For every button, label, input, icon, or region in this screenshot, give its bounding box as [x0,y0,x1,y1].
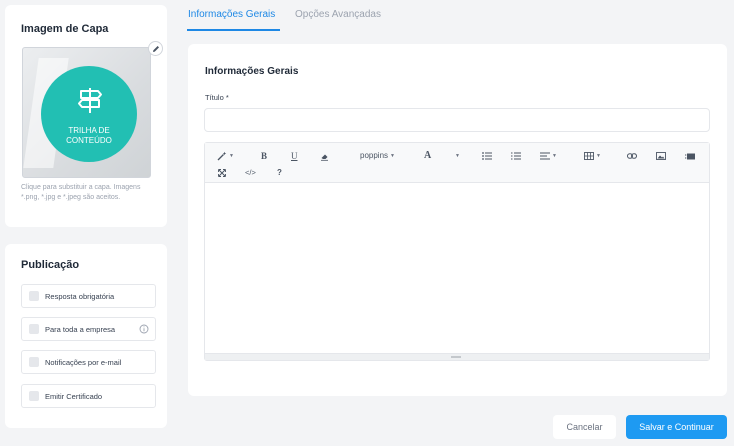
link-icon[interactable] [627,151,637,161]
edit-cover-button[interactable] [148,41,163,56]
info-icon[interactable] [139,324,149,334]
cover-image-card: Imagem de Capa TRILHA DE CONTEÚDO Clique… [5,5,167,227]
link-glyph [627,153,637,159]
eraser-icon-glyph [321,154,328,161]
editor-toolbar: ▼ B U poppins ▼ A ▼ ▼ ▼ </> ? [205,143,709,183]
font-family-label: poppins [360,151,389,160]
video-icon[interactable] [685,151,695,161]
paragraph-align-dropdown[interactable]: ▼ [540,151,557,161]
picture-glyph [656,152,666,160]
table-icon [584,152,594,160]
paragraph-align-icon [540,152,550,160]
editor-resize-handle[interactable] [205,353,709,360]
option-label: Resposta obrigatória [45,291,115,301]
publication-title: Publicação [21,259,80,271]
chevron-down-icon: ▼ [229,153,234,159]
cancel-button[interactable]: Cancelar [553,415,616,439]
chevron-down-icon: ▼ [390,153,395,159]
cover-image-label: TRILHA DE CONTEÚDO [66,126,112,145]
unordered-list-glyph [482,152,492,160]
option-label: Notificações por e-mail [45,357,122,367]
cover-image[interactable]: TRILHA DE CONTEÚDO [22,47,151,178]
signpost-icon [78,88,102,113]
checkbox[interactable] [29,357,39,367]
video-glyph [685,153,695,159]
table-dropdown[interactable]: ▼ [584,151,601,161]
save-and-continue-button[interactable]: Salvar e Continuar [626,415,727,439]
chevron-down-icon: ▼ [552,153,557,159]
ordered-list-icon[interactable] [511,151,521,161]
help-icon[interactable]: ? [277,168,282,178]
fullscreen-glyph [218,169,226,177]
checkbox[interactable] [29,291,39,301]
unordered-list-icon[interactable] [482,151,492,161]
underline-icon[interactable]: U [291,151,298,161]
font-color-icon[interactable]: A [424,151,431,161]
cover-badge: TRILHA DE CONTEÚDO [41,66,137,162]
rich-text-editor: ▼ B U poppins ▼ A ▼ ▼ ▼ </> ? [204,142,710,361]
style-dropdown[interactable]: ▼ [217,151,234,161]
option-required-answer[interactable]: Resposta obrigatória [21,284,156,308]
option-issue-certificate[interactable]: Emitir Certificado [21,384,156,408]
code-view-icon[interactable]: </> [245,168,256,178]
editor-content-area[interactable] [205,183,709,353]
checkbox[interactable] [29,324,39,334]
fullscreen-icon[interactable] [218,168,226,178]
checkbox[interactable] [29,391,39,401]
title-input[interactable] [204,108,710,132]
general-info-card: Informações Gerais Título * ▼ B U poppin… [188,44,727,396]
tab-advanced-options[interactable]: Opções Avançadas [295,9,381,20]
eraser-icon[interactable] [320,151,329,161]
grip-icon [451,356,461,358]
title-label: Título * [205,93,229,102]
cover-hint: Clique para substituir a capa. Imagens *… [21,184,141,201]
ordered-list-glyph [511,152,521,160]
pencil-icon [152,45,159,52]
option-label: Emitir Certificado [45,391,103,401]
font-family-select[interactable]: poppins ▼ [360,151,395,161]
bold-icon[interactable]: B [261,151,267,161]
option-label: Para toda a empresa [45,324,116,334]
option-whole-company[interactable]: Para toda a empresa [21,317,156,341]
cover-image-title: Imagem de Capa [21,23,109,35]
picture-icon[interactable] [656,151,666,161]
color-caret-icon[interactable]: ▼ [453,151,460,161]
active-tab-indicator [187,29,280,31]
tab-general-info[interactable]: Informações Gerais [188,9,275,20]
publication-card: Publicação Resposta obrigatória Para tod… [5,244,167,428]
option-email-notifications[interactable]: Notificações por e-mail [21,350,156,374]
chevron-down-icon: ▼ [455,153,460,159]
magic-wand-icon [217,151,227,161]
chevron-down-icon: ▼ [596,153,601,159]
section-title: Informações Gerais [205,66,299,77]
